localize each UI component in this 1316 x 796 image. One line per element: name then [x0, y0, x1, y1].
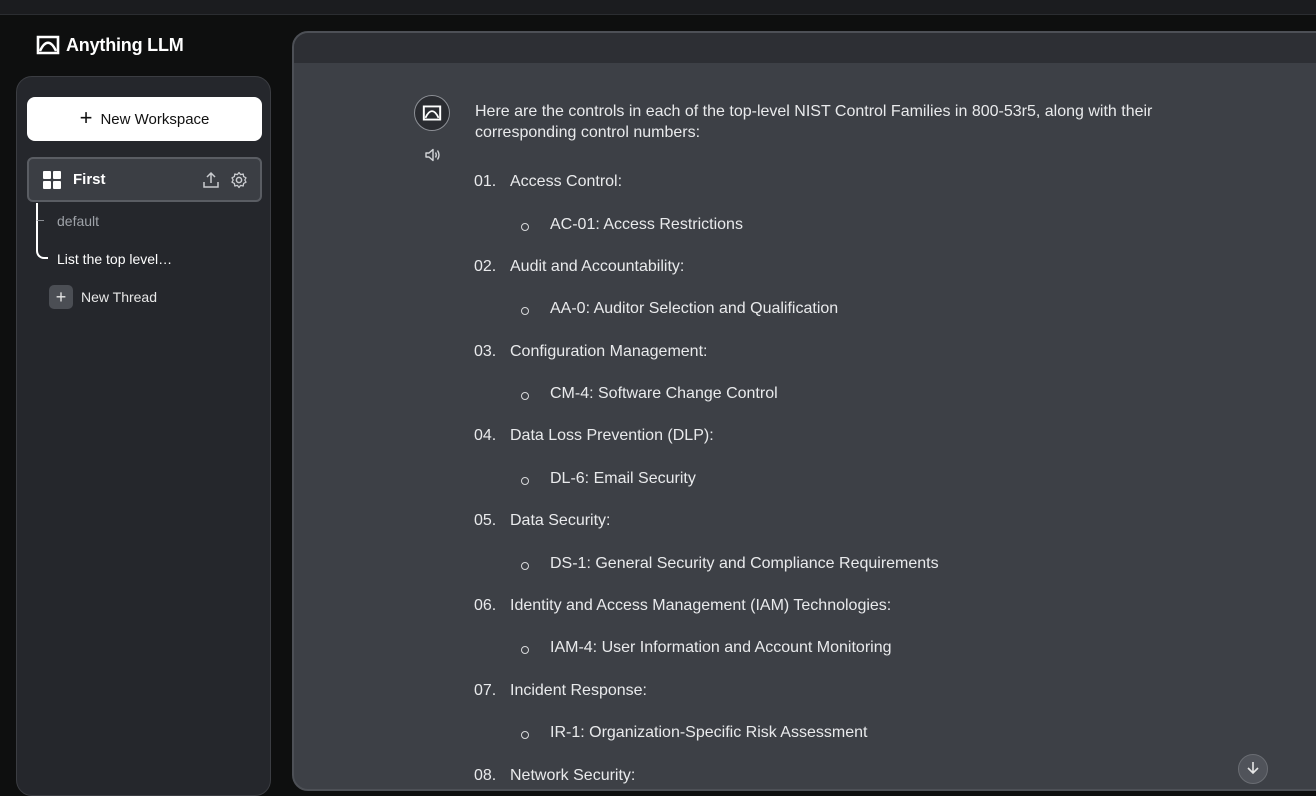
- list-item: 02. Audit and Accountability:: [474, 258, 1234, 301]
- thread-tree-branch: [36, 203, 44, 221]
- bullet-icon: [521, 392, 529, 401]
- item-number: 07.: [474, 681, 497, 699]
- list-item: 05. Data Security:: [474, 512, 1234, 555]
- list-subitem: DL-6: Email Security: [474, 470, 1234, 512]
- arrow-down-icon: [1247, 762, 1259, 775]
- list-subitem: IAM-4: User Information and Account Moni…: [474, 639, 1234, 681]
- item-title: Data Loss Prevention (DLP):: [510, 427, 714, 445]
- bullet-icon: [521, 561, 529, 570]
- item-control: AA-0: Auditor Selection and Qualificatio…: [550, 300, 839, 318]
- item-title: Network Security:: [510, 766, 636, 784]
- item-number: 03.: [474, 342, 497, 360]
- item-control: AC-01: Access Restrictions: [550, 215, 743, 233]
- workspace-item-first[interactable]: First: [27, 157, 262, 202]
- new-thread-button[interactable]: + New Thread: [49, 285, 157, 309]
- item-control: IR-1: Organization-Specific Risk Assessm…: [550, 724, 868, 742]
- plus-icon: +: [79, 105, 93, 130]
- item-control: IAM-4: User Information and Account Moni…: [550, 639, 892, 657]
- brand: Anything LLM: [36, 34, 184, 56]
- item-title: Configuration Management:: [510, 342, 708, 360]
- list-item: 08. Network Security:: [474, 766, 1234, 789]
- gear-icon[interactable]: [230, 171, 248, 189]
- item-number: 04.: [474, 427, 497, 445]
- grid-icon: [43, 170, 61, 189]
- item-title: Identity and Access Management (IAM) Tec…: [510, 596, 892, 614]
- item-title: Data Security:: [510, 512, 611, 530]
- item-number: 02.: [474, 257, 497, 275]
- chat-panel: Here are the controls in each of the top…: [292, 31, 1316, 791]
- thread-item-default[interactable]: default: [57, 213, 99, 229]
- control-list: 01. Access Control: AC-01: Access Restric…: [474, 173, 1234, 789]
- item-number: 06.: [474, 596, 497, 614]
- chat-header: [294, 33, 1316, 63]
- item-number: 08.: [474, 766, 497, 784]
- item-control: DS-1: General Security and Compliance Re…: [550, 554, 939, 572]
- list-item: 07. Incident Response:: [474, 682, 1234, 725]
- anythingllm-logo-icon: [36, 35, 60, 55]
- speaker-icon[interactable]: [424, 146, 442, 164]
- item-title: Incident Response:: [510, 681, 647, 699]
- item-title: Access Control:: [510, 173, 623, 190]
- list-subitem: CM-4: Software Change Control: [474, 385, 1234, 427]
- assistant-avatar: [414, 95, 450, 131]
- list-item: 03. Configuration Management:: [474, 343, 1234, 386]
- bullet-icon: [521, 646, 529, 655]
- list-subitem: AA-0: Auditor Selection and Qualificatio…: [474, 300, 1234, 342]
- assistant-intro-text: Here are the controls in each of the top…: [475, 103, 1153, 141]
- item-title: Audit and Accountability:: [510, 257, 685, 275]
- top-bar: [0, 0, 1316, 15]
- list-subitem: IR-1: Organization-Specific Risk Assessm…: [474, 724, 1234, 766]
- item-control: CM-4: Software Change Control: [550, 385, 778, 403]
- new-thread-label: New Thread: [81, 289, 158, 305]
- list-item: 04. Data Loss Prevention (DLP):: [474, 427, 1234, 470]
- item-control: DL-6: Email Security: [550, 469, 696, 487]
- bullet-icon: [521, 307, 529, 316]
- bullet-icon: [521, 476, 529, 485]
- bullet-icon: [521, 222, 529, 231]
- upload-icon[interactable]: [202, 171, 220, 189]
- plus-icon: +: [49, 285, 73, 309]
- anythingllm-avatar-icon: [422, 105, 442, 121]
- list-item: 01. Access Control:: [474, 173, 1234, 216]
- item-number: 01.: [474, 173, 497, 190]
- list-item: 06. Identity and Access Management (IAM) …: [474, 597, 1234, 640]
- thread-item-active[interactable]: List the top level…: [57, 251, 172, 267]
- sidebar: + New Workspace First default List the t…: [16, 76, 271, 796]
- scroll-to-bottom-button[interactable]: [1238, 754, 1268, 784]
- item-number: 05.: [474, 512, 497, 530]
- list-subitem: DS-1: General Security and Compliance Re…: [474, 555, 1234, 597]
- bullet-icon: [521, 731, 529, 740]
- new-workspace-button[interactable]: + New Workspace: [27, 97, 262, 141]
- brand-name: Anything LLM: [66, 34, 184, 55]
- workspace-name: First: [73, 171, 106, 188]
- list-subitem: AC-01: Access Restrictions: [474, 216, 1234, 258]
- new-workspace-label: New Workspace: [100, 110, 210, 128]
